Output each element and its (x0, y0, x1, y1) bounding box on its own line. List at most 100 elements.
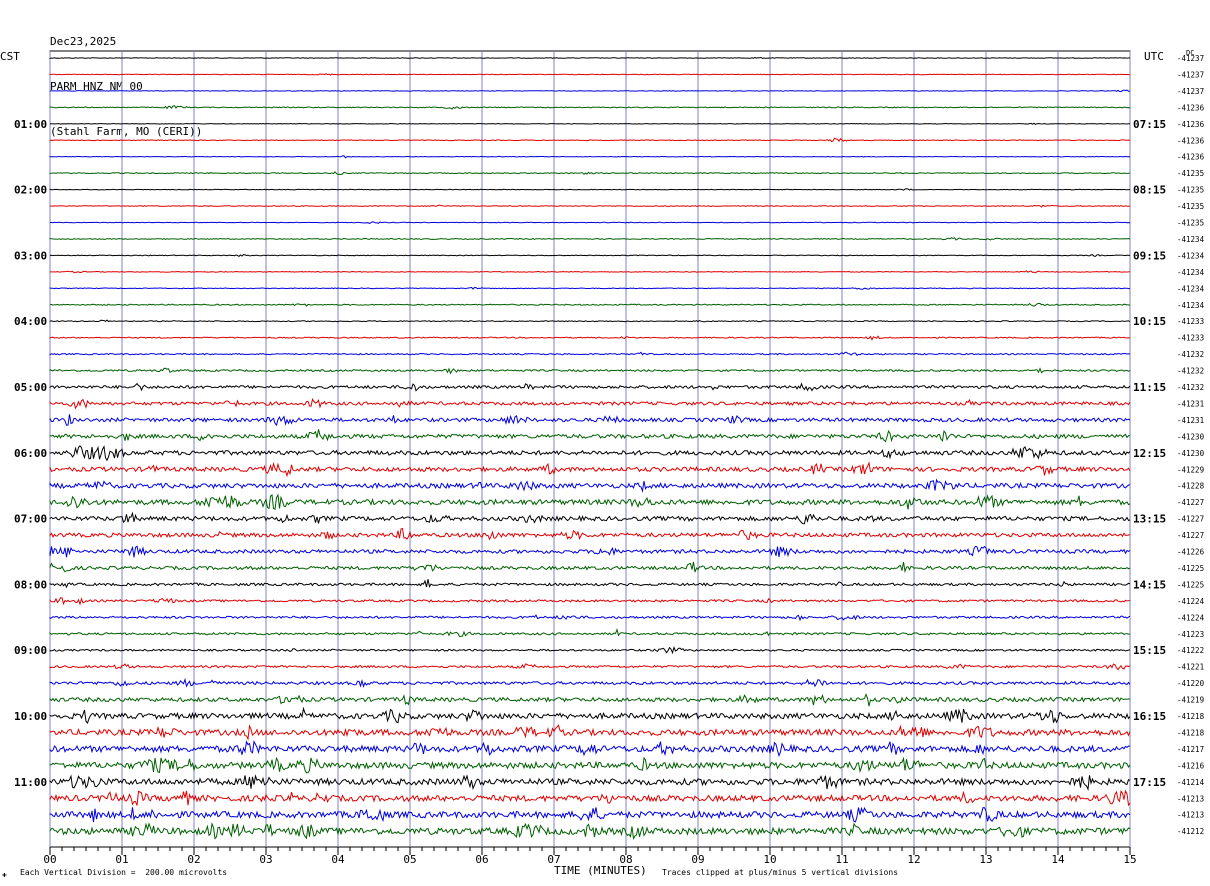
scale-note: Each Vertical Division = 200.00 microvol… (20, 868, 228, 877)
right-time-label: 14:15 (1133, 578, 1166, 591)
x-tick-label: 00 (43, 853, 56, 866)
trace-line (50, 122, 1130, 125)
x-tick-label: 05 (403, 853, 416, 866)
dc-offset-label: -41233 (1177, 317, 1204, 326)
trace-line (49, 545, 1131, 558)
dc-offset-label: -41230 (1177, 432, 1205, 441)
dc-offset-label: -41226 (1177, 548, 1205, 557)
left-time-label: 06:00 (14, 447, 47, 460)
dc-offset-label: -41213 (1177, 811, 1204, 820)
dc-offset-label: -41213 (1177, 794, 1204, 803)
trace-line (49, 597, 1131, 606)
right-time-label: 16:15 (1133, 710, 1166, 723)
dc-offset-label: -41230 (1177, 449, 1205, 458)
left-time-label: 04:00 (14, 315, 47, 328)
trace-line (49, 302, 1131, 307)
dc-offset-label: -41237 (1177, 70, 1204, 79)
helicorder-chart: 00 01 02 03 04 05 06 07 08 09 10 11 12 13 14 15-41237-4… (14, 50, 1205, 866)
trace-line (49, 561, 1131, 574)
x-tick-label: 10 (763, 853, 776, 866)
trace-line (49, 105, 1131, 110)
dc-offset-label: -41225 (1177, 564, 1204, 573)
left-time-label: 07:00 (14, 513, 47, 526)
dc-offset-label: -41235 (1177, 186, 1204, 195)
trace-line (49, 724, 1131, 741)
clip-note: Traces clipped at plus/minus 5 vertical … (662, 868, 899, 877)
trace-line (49, 806, 1131, 823)
x-tick-label: 09 (691, 853, 704, 866)
trace-line (50, 221, 1131, 225)
trace-line (49, 693, 1131, 707)
dc-offset-label: -41218 (1177, 712, 1205, 721)
dc-offset-label: -41231 (1177, 416, 1204, 425)
dc-offset-label: -41234 (1177, 301, 1205, 310)
left-time-label: 03:00 (14, 249, 47, 262)
left-time-label: 01:00 (14, 118, 47, 131)
right-time-label: 09:15 (1133, 249, 1166, 262)
dc-offset-label: -41224 (1177, 613, 1205, 622)
trace-layer (49, 56, 1131, 840)
dc-offset-label: -41221 (1177, 663, 1204, 672)
trace-line (49, 398, 1131, 410)
dc-offset-label: -41234 (1177, 284, 1205, 293)
trace-line (49, 137, 1131, 143)
trace-line (49, 319, 1131, 323)
dc-offset-label: -41225 (1177, 580, 1204, 589)
trace-line (49, 821, 1131, 840)
trace-line (50, 204, 1131, 208)
trace-line (49, 73, 1131, 76)
dc-offset-label: -41218 (1177, 728, 1205, 737)
trace-line (49, 739, 1131, 758)
dc-offset-label: -41227 (1177, 498, 1204, 507)
dc-offset-label: -41228 (1177, 482, 1205, 491)
trace-line (49, 414, 1131, 427)
left-time-label: 10:00 (14, 710, 47, 723)
trace-line (49, 756, 1131, 774)
trace-line (49, 774, 1131, 792)
right-time-label: 15:15 (1133, 644, 1166, 657)
trace-line (49, 351, 1131, 356)
x-tick-label: 02 (187, 853, 200, 866)
dc-offset-label: -41234 (1177, 251, 1205, 260)
plot-frame (49, 50, 1131, 848)
right-time-label: 12:15 (1133, 447, 1166, 460)
trace-line (49, 155, 1131, 159)
x-axis-title: TIME (MINUTES) (554, 864, 647, 877)
trace-line (49, 382, 1131, 392)
dc-offset-label: -41234 (1177, 268, 1205, 277)
trace-line (49, 527, 1131, 541)
dc-offset-label: -41222 (1177, 646, 1204, 655)
left-time-label: 11:00 (14, 776, 47, 789)
trace-line (49, 461, 1131, 478)
dc-offset-label: -41232 (1177, 350, 1204, 359)
dc-offset-label: -41237 (1177, 54, 1204, 63)
trace-line (49, 188, 1131, 191)
trace-line (49, 627, 1131, 637)
right-time-label: 10:15 (1133, 315, 1166, 328)
dc-offset-label: -41235 (1177, 169, 1204, 178)
trace-line (49, 367, 1131, 375)
x-tick-label: 06 (475, 853, 488, 866)
dc-offset-label: -41219 (1177, 696, 1204, 705)
label-layer: 00 01 02 03 04 05 06 07 08 09 10 11 12 13 14 15-41237-4… (14, 54, 1205, 866)
x-tick-label: 01 (115, 853, 128, 866)
right-time-label: 13:15 (1133, 513, 1166, 526)
right-time-label: 08:15 (1133, 184, 1166, 197)
right-time-label: 07:15 (1133, 118, 1166, 131)
dc-offset-label: -41233 (1177, 334, 1204, 343)
dc-offset-label: -41220 (1177, 679, 1205, 688)
trace-line (49, 335, 1131, 341)
trace-line (49, 493, 1131, 511)
trace-line (49, 56, 1131, 60)
trace-line (49, 789, 1131, 807)
dc-offset-label: -41236 (1177, 103, 1205, 112)
x-tick-label: 04 (331, 853, 345, 866)
dc-offset-label: -41237 (1177, 87, 1204, 96)
left-time-label: 08:00 (14, 578, 47, 591)
dc-offset-label: -41217 (1177, 745, 1204, 754)
dc-offset-label: -41214 (1177, 778, 1205, 787)
trace-line (49, 646, 1131, 655)
left-time-label: 05:00 (14, 381, 47, 394)
trace-line (49, 614, 1131, 622)
right-time-label: 11:15 (1133, 381, 1166, 394)
